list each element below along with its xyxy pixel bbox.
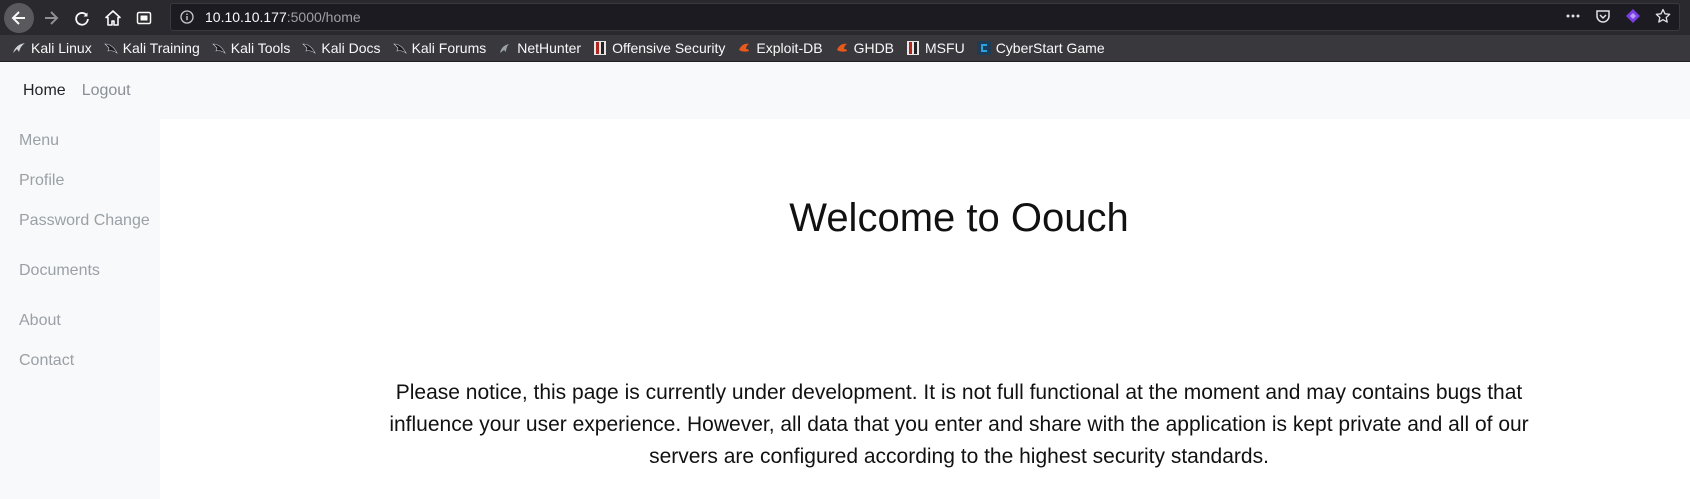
kali-dragon-icon bbox=[212, 41, 226, 55]
bookmark-kali-docs[interactable]: Kali Docs bbox=[302, 40, 381, 56]
url-path: :5000/home bbox=[286, 9, 361, 25]
bookmarks-bar: Kali Linux Kali Training Kali Tools Kali… bbox=[0, 35, 1690, 62]
sidebar-heading-menu: Menu bbox=[19, 132, 60, 149]
bookmark-msfu[interactable]: MSFU bbox=[906, 40, 965, 56]
reload-button[interactable] bbox=[68, 4, 96, 32]
home-icon bbox=[105, 9, 121, 26]
page-title: Welcome to Oouch bbox=[789, 196, 1129, 240]
bookmark-label: Kali Linux bbox=[31, 40, 92, 56]
sidebar: Menu Profile Password Change Documents A… bbox=[0, 119, 160, 499]
back-button[interactable] bbox=[4, 2, 34, 33]
sidebar-item-profile[interactable]: Profile bbox=[19, 172, 64, 190]
offsec-icon bbox=[906, 41, 920, 55]
kali-dragon-icon bbox=[12, 41, 26, 55]
web-page: Home Logout Menu Profile Password Change… bbox=[0, 62, 1690, 499]
sidebar-item-password-change[interactable]: Password Change bbox=[19, 212, 150, 230]
bookmark-label: Kali Forums bbox=[411, 40, 487, 56]
bookmark-kali-forums[interactable]: Kali Forums bbox=[392, 40, 487, 56]
forward-button[interactable] bbox=[37, 4, 65, 32]
arrow-left-icon bbox=[11, 10, 25, 25]
arrow-right-icon bbox=[45, 10, 59, 25]
bookmark-label: MSFU bbox=[925, 40, 965, 56]
bookmark-star-icon[interactable] bbox=[1655, 8, 1671, 29]
exploit-db-icon bbox=[737, 41, 751, 55]
page-actions-icon[interactable] bbox=[1565, 8, 1581, 29]
reader-view-button[interactable] bbox=[130, 4, 158, 32]
url-actions bbox=[1565, 8, 1671, 29]
sidebar-item-contact[interactable]: Contact bbox=[19, 352, 74, 370]
bookmark-label: Kali Tools bbox=[230, 40, 291, 56]
nav-logout-link[interactable]: Logout bbox=[82, 82, 131, 100]
bookmark-label: GHDB bbox=[853, 40, 895, 56]
bookmark-label: Exploit-DB bbox=[756, 40, 823, 56]
bookmark-ghdb[interactable]: GHDB bbox=[835, 40, 894, 56]
bookmark-label: CyberStart Game bbox=[995, 40, 1105, 56]
nav-home-link[interactable]: Home bbox=[23, 82, 66, 100]
bookmark-offensive-security[interactable]: Offensive Security bbox=[593, 40, 725, 56]
bookmark-nethunter[interactable]: NetHunter bbox=[498, 40, 581, 56]
url-text[interactable]: 10.10.10.177:5000/home bbox=[205, 9, 361, 25]
bookmark-kali-linux[interactable]: Kali Linux bbox=[12, 40, 92, 56]
bookmark-cyberstart-game[interactable]: CyberStart Game bbox=[976, 40, 1105, 56]
url-host: 10.10.10.177 bbox=[205, 9, 287, 25]
sidebar-item-about[interactable]: About bbox=[19, 312, 61, 330]
cyberstart-icon bbox=[976, 41, 991, 55]
bookmark-label: NetHunter bbox=[517, 40, 582, 56]
main-content: Welcome to Oouch Please notice, this pag… bbox=[160, 119, 1690, 499]
kali-dragon-icon bbox=[302, 41, 317, 55]
offsec-icon bbox=[593, 41, 607, 55]
pocket-icon[interactable] bbox=[1595, 8, 1611, 29]
home-button[interactable] bbox=[99, 4, 127, 32]
bookmark-kali-tools[interactable]: Kali Tools bbox=[212, 40, 291, 56]
intro-paragraph: Please notice, this page is currently un… bbox=[389, 381, 1529, 468]
kali-dragon-icon bbox=[498, 41, 512, 55]
kali-dragon-icon bbox=[392, 41, 407, 55]
browser-toolbar: 10.10.10.177:5000/home bbox=[0, 0, 1690, 35]
bookmark-label: Offensive Security bbox=[612, 40, 726, 56]
kali-dragon-icon bbox=[103, 41, 118, 55]
site-info-icon[interactable] bbox=[180, 10, 194, 24]
sidebar-item-documents[interactable]: Documents bbox=[19, 262, 100, 280]
reload-icon bbox=[75, 11, 89, 26]
bookmark-exploit-db[interactable]: Exploit-DB bbox=[737, 40, 823, 56]
screenshot-icon bbox=[136, 11, 152, 24]
top-navbar: Home Logout bbox=[0, 62, 1690, 119]
extension-icon[interactable] bbox=[1625, 8, 1641, 29]
bookmark-label: Kali Docs bbox=[321, 40, 381, 56]
bookmark-kali-training[interactable]: Kali Training bbox=[103, 40, 200, 56]
exploit-db-icon bbox=[835, 41, 849, 55]
url-bar[interactable]: 10.10.10.177:5000/home bbox=[170, 3, 1680, 31]
bookmark-label: Kali Training bbox=[122, 40, 200, 56]
